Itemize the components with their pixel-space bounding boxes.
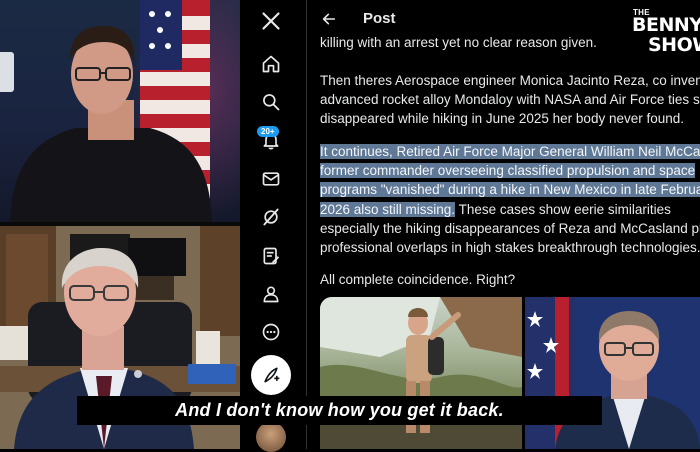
compose-post-button[interactable] bbox=[251, 355, 291, 395]
lists-icon[interactable] bbox=[258, 243, 284, 269]
post-image-general[interactable] bbox=[525, 297, 700, 449]
post-paragraph: Then theres Aerospace engineer Monica Ja… bbox=[320, 71, 700, 129]
post-paragraph: It continues, Retired Air Force Major Ge… bbox=[320, 142, 700, 257]
logo-line-2: BENNY bbox=[632, 14, 700, 36]
grok-icon[interactable] bbox=[258, 204, 284, 230]
search-icon[interactable] bbox=[258, 89, 284, 115]
post-text-line: It continues, Retired Air Force Major Ge… bbox=[320, 142, 700, 161]
post-text: disappeared while hiking in June 2025 he… bbox=[320, 111, 685, 127]
selected-text: It continues, Retired Air Force Major Ge… bbox=[320, 144, 700, 159]
post-text-line: Then theres Aerospace engineer Monica Ja… bbox=[320, 71, 700, 90]
x-logo-icon[interactable] bbox=[258, 8, 284, 34]
logo-line-3: SHOW bbox=[648, 34, 700, 56]
back-arrow-icon[interactable] bbox=[321, 11, 337, 27]
video-feed-top bbox=[0, 0, 240, 222]
post-text-line: especially the hiking disappearances of … bbox=[320, 219, 700, 238]
post-text: These cases show eerie similarities bbox=[455, 201, 671, 217]
post-text-line: professional overlaps in high stakes bre… bbox=[320, 238, 700, 257]
show-logo: THE BENNY SHOW bbox=[630, 8, 700, 64]
post-detail: Post killing with an arrest yet no clear… bbox=[307, 0, 700, 449]
messages-icon[interactable] bbox=[258, 166, 284, 192]
video-caption: And I don't know how you get it back. bbox=[77, 396, 602, 425]
profile-icon[interactable] bbox=[258, 281, 284, 307]
post-text: All complete coincidence. Right? bbox=[320, 272, 516, 287]
post-text: professional overlaps in high stakes bre… bbox=[320, 239, 700, 255]
post-header-title: Post bbox=[363, 10, 396, 27]
post-text-line: All complete coincidence. Right? bbox=[320, 270, 700, 289]
host-person bbox=[10, 26, 212, 222]
post-text: Then theres Aerospace engineer Monica Ja… bbox=[320, 73, 700, 88]
post-text-line: disappeared while hiking in June 2025 he… bbox=[320, 109, 700, 128]
post-text: killing with an arrest yet no clear reas… bbox=[320, 35, 597, 50]
notifications-badge: 20+ bbox=[257, 126, 279, 137]
post-text: advanced rocket alloy Mondaloy with NASA… bbox=[320, 92, 700, 108]
post-text-line: programs "vanished" during a hike in New… bbox=[320, 180, 700, 199]
home-icon[interactable] bbox=[258, 51, 284, 77]
post-text-line: 2026 also still missing. These cases sho… bbox=[320, 200, 700, 219]
post-text: especially the hiking disappearances of … bbox=[320, 220, 700, 236]
selected-text: 2026 also still missing. bbox=[320, 201, 456, 217]
more-icon[interactable] bbox=[258, 319, 284, 345]
post-image-hiker[interactable] bbox=[320, 297, 522, 449]
post-paragraph: All complete coincidence. Right? bbox=[320, 270, 700, 289]
account-avatar[interactable] bbox=[256, 422, 286, 452]
post-text-line: advanced rocket alloy Mondaloy with NASA… bbox=[320, 90, 700, 109]
selected-text: programs "vanished" during a hike in New… bbox=[320, 182, 700, 198]
post-text-line: former commander overseeing classified p… bbox=[320, 161, 700, 180]
feather-plus-icon bbox=[264, 367, 280, 383]
selected-text: former commander overseeing classified p… bbox=[320, 163, 696, 179]
